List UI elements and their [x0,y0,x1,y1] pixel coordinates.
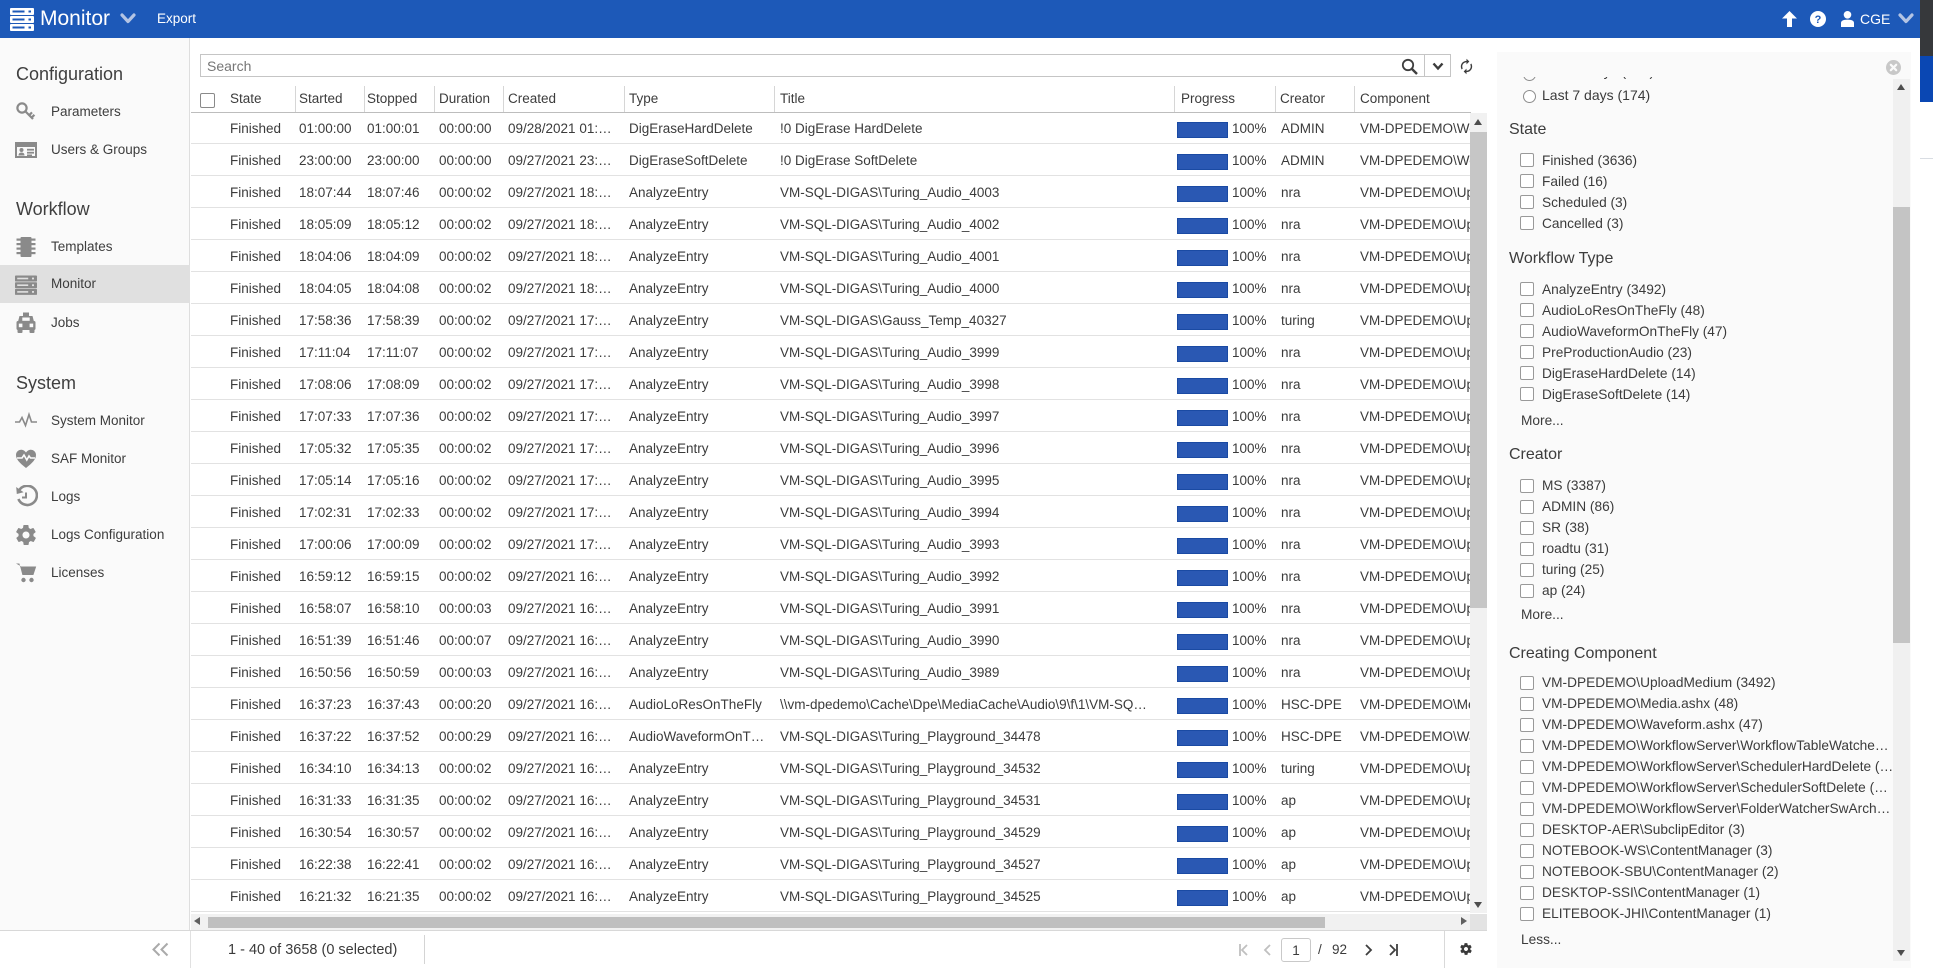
svg-text:?: ? [1815,14,1822,26]
